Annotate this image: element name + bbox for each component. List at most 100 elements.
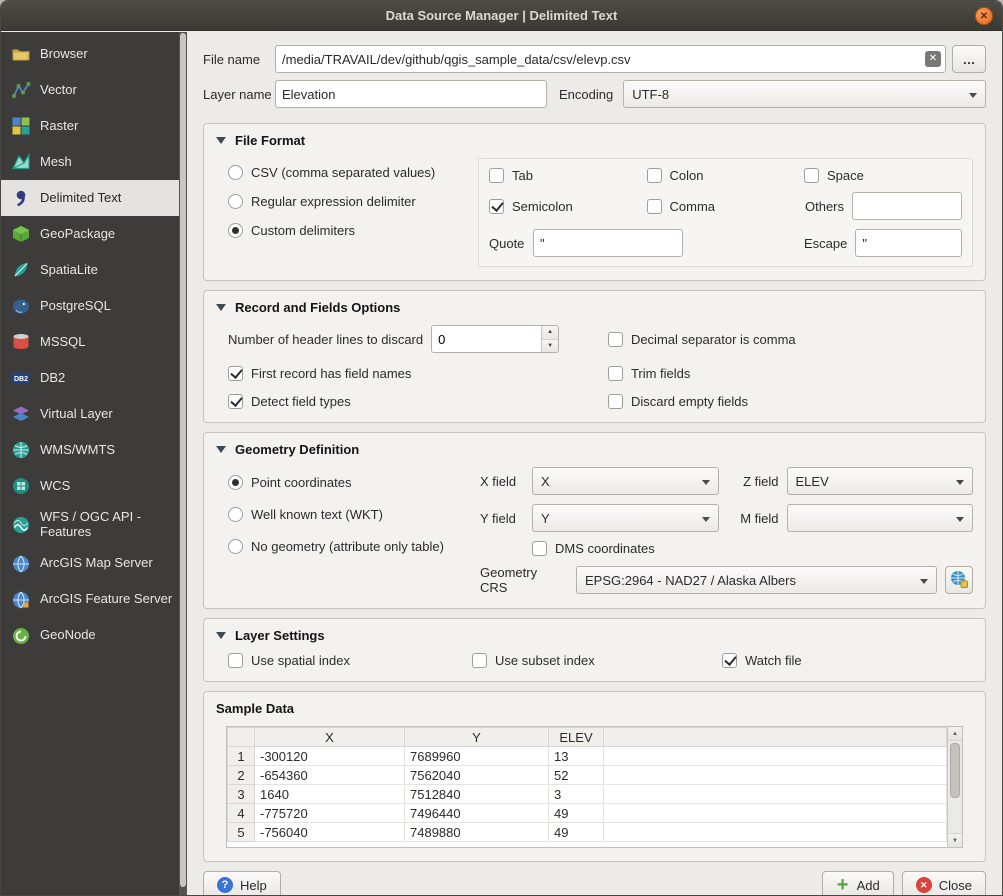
csv-radio[interactable]: CSV (comma separated values) [228,165,466,180]
sidebar-item-db2[interactable]: DB2 DB2 [1,360,179,396]
trim-fields-checkbox[interactable]: Trim fields [608,366,973,381]
collapse-arrow-icon[interactable] [216,137,226,144]
clear-icon[interactable]: ✕ [925,51,941,67]
space-checkbox[interactable]: Space [804,168,864,183]
scrollbar-thumb[interactable] [950,743,960,798]
sidebar-item-spatialite[interactable]: SpatiaLite [1,252,179,288]
add-button[interactable]: + Add [822,871,894,896]
semicolon-checkbox[interactable]: Semicolon [489,199,647,214]
sidebar-item-postgresql[interactable]: PostgreSQL [1,288,179,324]
collapse-arrow-icon[interactable] [216,632,226,639]
geopackage-icon [11,224,31,244]
comma-checkbox-label: Comma [670,199,716,214]
custom-delimiters-radio-label: Custom delimiters [251,223,355,238]
comma-checkbox[interactable]: Comma [647,199,805,214]
sidebar-item-label: GeoNode [40,628,96,643]
sidebar-item-wfs-ogc-api-features[interactable]: WFS / OGC API - Features [1,504,179,546]
geometry-crs-combobox[interactable]: EPSG:2964 - NAD27 / Alaska Albers [576,566,937,594]
select-crs-button[interactable] [945,566,973,594]
no-geometry-radio-label: No geometry (attribute only table) [251,539,444,554]
no-geometry-radio[interactable]: No geometry (attribute only table) [228,539,466,554]
use-spatial-index-checkbox[interactable]: Use spatial index [228,653,472,668]
wms-wmts-icon [11,440,31,460]
file-name-input[interactable] [275,45,946,73]
encoding-combobox[interactable]: UTF-8 [623,80,986,108]
scroll-up-icon[interactable]: ▲ [948,727,962,741]
row-number-cell: 2 [228,766,255,785]
sidebar-item-arcgis-map-server[interactable]: ArcGIS Map Server [1,546,179,582]
raster-icon [11,116,31,136]
sidebar-item-vector[interactable]: Vector [1,72,179,108]
quote-label: Quote [489,236,533,251]
quote-input[interactable] [533,229,683,257]
field-row: Y field Y M field [480,504,973,532]
sidebar-scrollbar[interactable] [179,32,187,895]
sidebar-item-label: MSSQL [40,335,86,350]
others-input[interactable] [852,192,962,220]
colon-checkbox[interactable]: Colon [647,168,805,183]
titlebar[interactable]: Data Source Manager | Delimited Text ✕ [1,1,1002,31]
record-fields-section: Record and Fields Options Number of head… [203,290,986,423]
detect-field-types-checkbox[interactable]: Detect field types [228,394,608,409]
checkbox-indicator [608,366,623,381]
scroll-down-icon[interactable]: ▼ [948,833,962,847]
escape-label: Escape [804,236,855,251]
sidebar-item-wms-wmts[interactable]: WMS/WMTS [1,432,179,468]
sidebar-item-mesh[interactable]: Mesh [1,144,179,180]
sidebar-item-wcs[interactable]: WCS [1,468,179,504]
others-field: Others [804,192,962,220]
x-field-combobox[interactable]: X [532,467,719,495]
sample-table-scrollbar[interactable]: ▲ ▼ [947,727,962,847]
sidebar-item-delimited-text[interactable]: Delimited Text [1,180,179,216]
m-field-combobox[interactable] [787,504,974,532]
sidebar-item-label: Vector [40,83,77,98]
file-format-section: File Format CSV (comma separated values)… [203,123,986,281]
first-record-has-field-names-label: First record has field names [251,366,411,381]
spin-up-icon[interactable]: ▲ [542,326,558,340]
custom-delimiters-radio[interactable]: Custom delimiters [228,223,466,238]
scrollbar-thumb[interactable] [180,33,186,887]
window-close-button[interactable]: ✕ [975,7,993,25]
layer-name-input[interactable] [275,80,547,108]
wkt-radio[interactable]: Well known text (WKT) [228,507,466,522]
collapse-arrow-icon[interactable] [216,304,226,311]
decimal-separator-comma-checkbox[interactable]: Decimal separator is comma [608,332,973,347]
y-field-combobox[interactable]: Y [532,504,719,532]
table-header-row: X Y ELEV [228,728,947,747]
m-field-label: M field [727,511,779,526]
browse-button[interactable]: … [952,45,986,73]
checkbox-indicator [228,394,243,409]
table-cell: 3 [549,785,604,804]
sidebar-item-geopackage[interactable]: GeoPackage [1,216,179,252]
sidebar-item-geonode[interactable]: GeoNode [1,618,179,654]
tab-checkbox[interactable]: Tab [489,168,647,183]
scrollbar-track[interactable] [948,741,962,833]
point-coordinates-radio-label: Point coordinates [251,475,351,490]
first-record-has-field-names-checkbox[interactable]: First record has field names [228,366,608,381]
help-button[interactable]: ? Help [203,871,281,896]
regular-expression-radio[interactable]: Regular expression delimiter [228,194,466,209]
discard-empty-fields-checkbox[interactable]: Discard empty fields [608,394,973,409]
sidebar-item-browser[interactable]: Browser [1,36,179,72]
sidebar-item-virtual-layer[interactable]: Virtual Layer [1,396,179,432]
use-subset-index-checkbox[interactable]: Use subset index [472,653,722,668]
header-lines-spinner[interactable]: ▲ ▼ [431,325,559,353]
dms-coordinates-checkbox[interactable]: DMS coordinates [532,541,719,556]
spin-down-icon[interactable]: ▼ [542,340,558,353]
sidebar-item-arcgis-feature-server[interactable]: ArcGIS Feature Server [1,582,179,618]
sidebar-item-raster[interactable]: Raster [1,108,179,144]
point-coordinates-radio[interactable]: Point coordinates [228,475,466,490]
z-field-combobox[interactable]: ELEV [787,467,974,495]
table-row: 1 -300120 7689960 13 [228,747,947,766]
delimited-text-icon [11,188,31,208]
collapse-arrow-icon[interactable] [216,446,226,453]
trim-fields-label: Trim fields [631,366,690,381]
close-button[interactable]: ✕ Close [902,871,986,896]
escape-input[interactable] [855,229,962,257]
sidebar-item-label: GeoPackage [40,227,115,242]
watch-file-checkbox[interactable]: Watch file [722,653,973,668]
table-cell: -756040 [255,823,405,842]
row-number-cell: 1 [228,747,255,766]
sidebar-item-mssql[interactable]: MSSQL [1,324,179,360]
header-lines-input[interactable] [432,326,541,352]
